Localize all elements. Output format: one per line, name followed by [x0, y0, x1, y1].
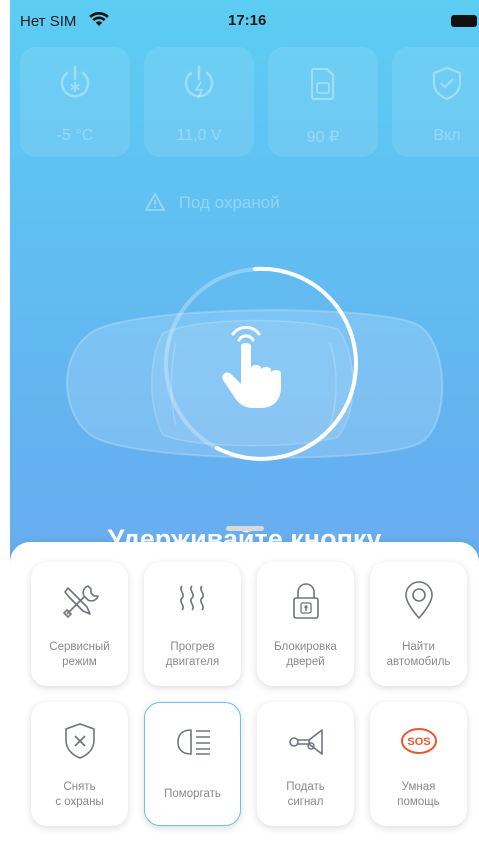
action-label: Сервисный режим — [49, 641, 110, 668]
action-label: Умная помощь — [397, 781, 440, 808]
battery-icon — [451, 15, 477, 27]
action-label: Снять с охраны — [55, 781, 104, 808]
wifi-icon — [89, 11, 109, 31]
sensor-security-value: Вкл — [433, 127, 461, 144]
action-flash-lights[interactable]: Поморгать — [144, 702, 241, 826]
sensor-temperature[interactable]: -5 °C — [20, 47, 130, 157]
guard-status: Под охраной — [144, 192, 280, 217]
action-engine-warmup[interactable]: Прогрев двигателя — [144, 562, 241, 686]
sensor-temperature-value: -5 °C — [56, 127, 94, 144]
action-label: Найти автомобиль — [386, 641, 451, 668]
sheet-drag-handle[interactable] — [226, 526, 264, 531]
action-lock-doors[interactable]: Блокировка дверей — [257, 562, 354, 686]
action-honk[interactable]: Подать сигнал — [257, 702, 354, 826]
action-disarm[interactable]: Снять с охраны — [31, 702, 128, 826]
action-label: Поморгать — [164, 788, 221, 800]
shield-check-icon — [432, 66, 462, 101]
shield-x-icon — [65, 723, 95, 759]
action-label: Подать сигнал — [286, 781, 325, 808]
sos-icon: SOS — [401, 728, 437, 754]
location-pin-icon — [405, 581, 433, 620]
action-label: Блокировка дверей — [274, 641, 337, 668]
clock: 17:16 — [228, 12, 267, 29]
sensor-voltage-value: 11,0 V — [176, 127, 222, 144]
sensor-balance-value: 90 ₽ — [306, 129, 340, 146]
heat-waves-icon — [180, 585, 204, 611]
guard-status-text: Под охраной — [178, 193, 280, 212]
action-label: Прогрев двигателя — [165, 641, 220, 668]
power-bolt-icon — [184, 65, 214, 99]
padlock-icon — [293, 583, 319, 619]
headlight-icon — [177, 729, 210, 755]
svg-text:SOS: SOS — [407, 736, 430, 748]
sensor-voltage[interactable]: 11,0 V — [144, 47, 254, 157]
power-snowflake-icon — [60, 65, 90, 98]
sensor-row: -5 °C 11,0 V 90 ₽ Вкл — [20, 47, 479, 157]
hold-hand-button[interactable] — [215, 320, 295, 410]
action-smart-help[interactable]: SOS Умная помощь — [370, 702, 467, 826]
sensor-security[interactable]: Вкл — [392, 47, 479, 157]
horn-icon — [289, 729, 323, 755]
wrench-screwdriver-icon — [62, 585, 99, 619]
action-find-car[interactable]: Найти автомобиль — [370, 562, 467, 686]
status-bar: Нет SIM 17:16 — [10, 0, 479, 36]
sensor-balance[interactable]: 90 ₽ — [268, 47, 378, 157]
action-service-mode[interactable]: Сервисный режим — [31, 562, 128, 686]
sim-card-icon — [310, 67, 335, 101]
carrier-label: Нет SIM — [20, 13, 77, 30]
warning-icon — [144, 192, 166, 217]
app-screen: Нет SIM 17:16 -5 °C 11,0 V 90 ₽ Вкл Под … — [10, 0, 479, 854]
